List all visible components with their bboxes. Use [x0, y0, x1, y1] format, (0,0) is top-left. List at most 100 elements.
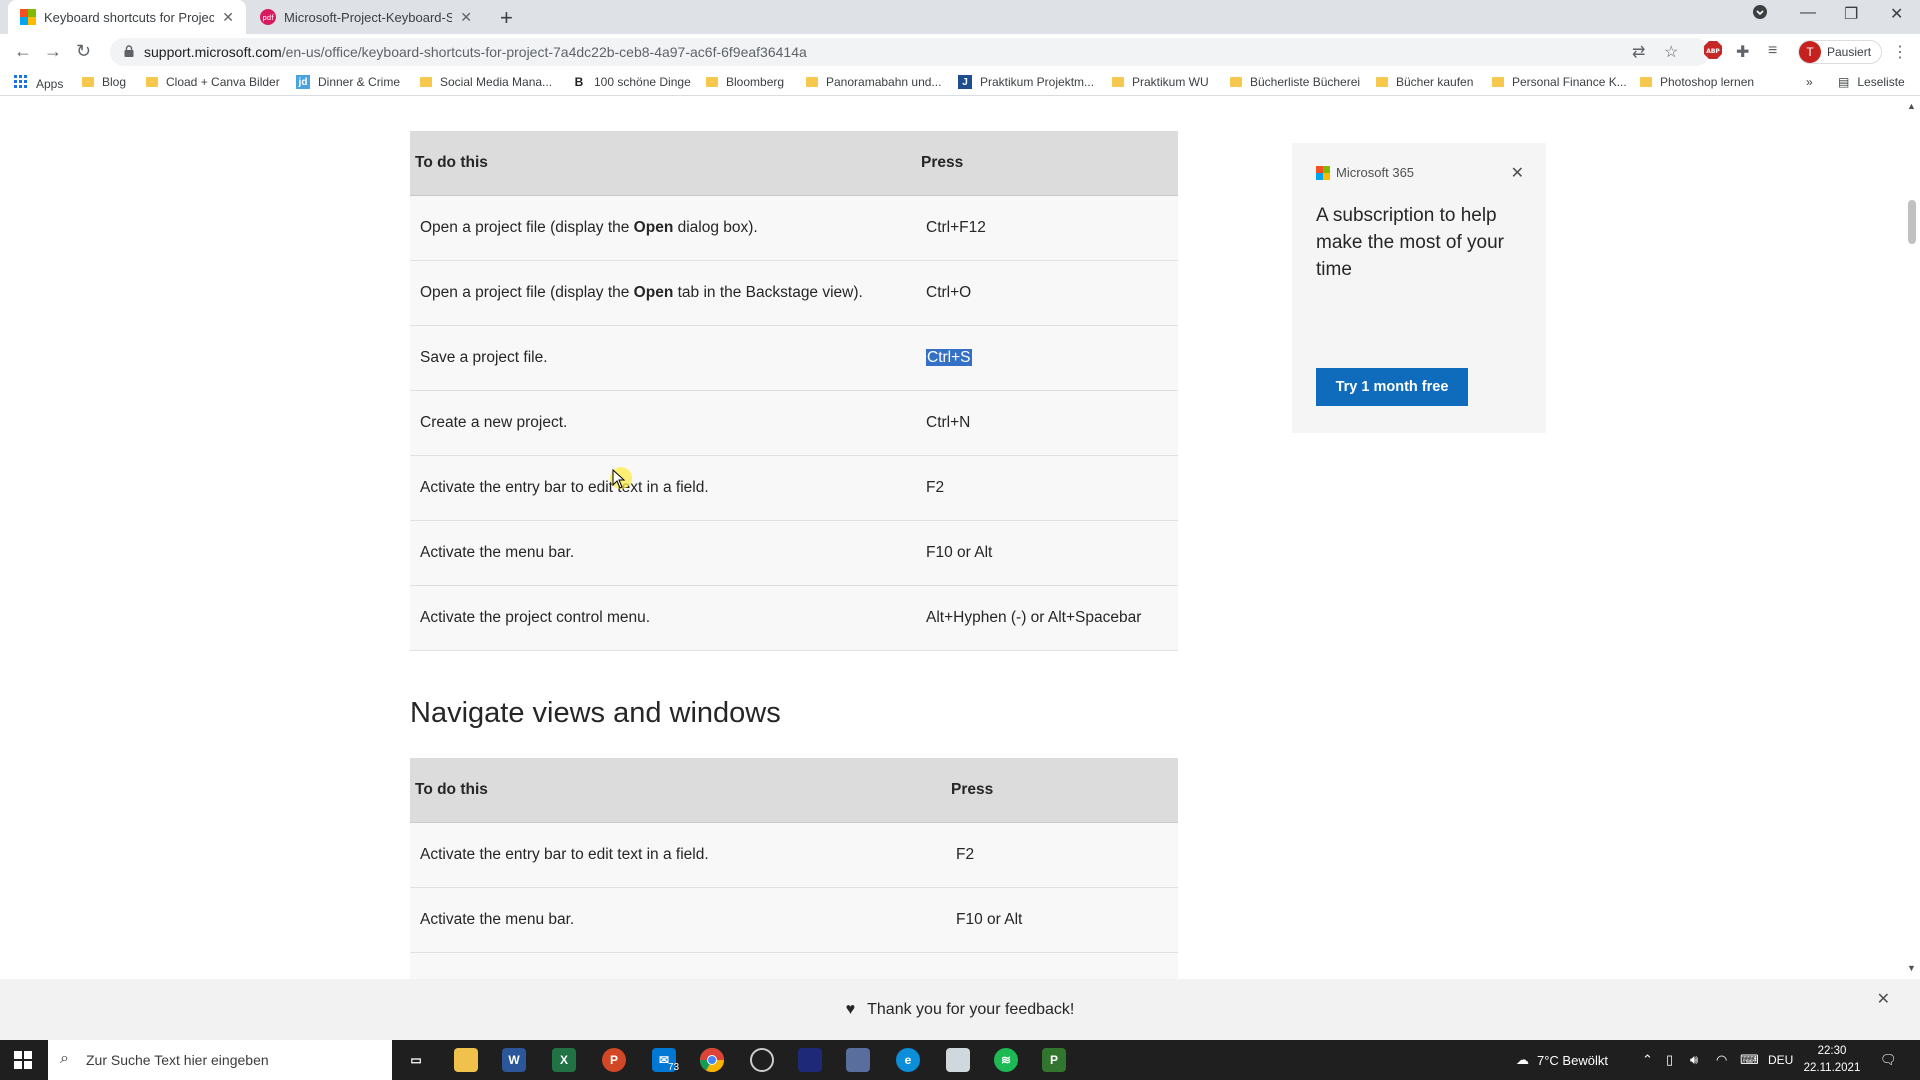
- microsoft-logo-icon: [1316, 165, 1330, 180]
- row-keys: Ctrl+O: [916, 260, 1178, 326]
- scroll-up-arrow-icon[interactable]: ▲: [1907, 101, 1916, 111]
- table-row: Create a new project. Ctrl+N: [410, 390, 1178, 456]
- powerpoint-icon[interactable]: P: [602, 1048, 626, 1072]
- address-bar[interactable]: support.microsoft.com/en-us/office/keybo…: [110, 38, 1710, 66]
- app-icon[interactable]: [846, 1048, 870, 1072]
- microsoft-favicon-icon: [20, 9, 36, 25]
- minimize-icon[interactable]: —: [1800, 4, 1816, 22]
- bookmark-social-media[interactable]: Social Media Mana...: [420, 75, 552, 89]
- row-action: [410, 952, 946, 979]
- keyboard-icon[interactable]: ⌨: [1740, 1040, 1759, 1080]
- bookmark-apps[interactable]: Apps: [14, 75, 63, 92]
- close-window-icon[interactable]: ✕: [1890, 4, 1903, 24]
- table-header-row: To do this Press: [410, 758, 1178, 823]
- section-heading-navigate: Navigate views and windows: [410, 697, 781, 729]
- language-indicator[interactable]: DEU: [1768, 1040, 1793, 1080]
- column-header-action: To do this: [410, 758, 946, 823]
- column-header-press: Press: [946, 758, 1178, 823]
- reading-list-button[interactable]: ▤ Leseliste: [1838, 75, 1905, 89]
- obs-icon[interactable]: [750, 1048, 774, 1072]
- reload-icon[interactable]: ↻: [76, 41, 91, 62]
- tab-title: Keyboard shortcuts for Project: [44, 9, 215, 25]
- tab-title: Microsoft-Project-Keyboard-Sho: [284, 9, 453, 25]
- folder-icon: [1492, 77, 1504, 87]
- taskbar-search-input[interactable]: ⌕ Zur Suche Text hier eingeben: [48, 1040, 392, 1080]
- volume-icon[interactable]: 🔊︎: [1690, 1040, 1698, 1080]
- bookmark-praktikum-projektm[interactable]: J Praktikum Projektm...: [958, 75, 1094, 89]
- bookmark-panoramabahn[interactable]: Panoramabahn und...: [806, 75, 941, 89]
- back-arrow-icon[interactable]: ←: [14, 41, 32, 62]
- bookmark-dinner-crime[interactable]: jd Dinner & Crime: [296, 75, 400, 89]
- row-keys: Ctrl+S: [916, 325, 1178, 391]
- bookmark-personal-finance[interactable]: Personal Finance K...: [1492, 75, 1627, 89]
- bookmark-bloomberg[interactable]: Bloomberg: [706, 75, 784, 89]
- bookmark-cload-canva[interactable]: Cload + Canva Bilder: [146, 75, 280, 89]
- scrollbar-thumb[interactable]: [1908, 200, 1916, 244]
- edge-icon[interactable]: e: [896, 1048, 920, 1072]
- row-action: Activate the menu bar.: [410, 520, 916, 586]
- windows-start-icon[interactable]: [14, 1051, 32, 1069]
- clock-date: 22.11.2021: [1803, 1062, 1861, 1074]
- wifi-icon[interactable]: ◠: [1716, 1040, 1727, 1080]
- new-tab-plus-icon[interactable]: +: [500, 5, 513, 31]
- tab-close-icon[interactable]: ✕: [460, 9, 472, 26]
- row-keys: F10 or Alt: [916, 520, 1178, 586]
- reading-list-icon[interactable]: ≡: [1768, 42, 1777, 60]
- site-icon: jd: [296, 75, 310, 89]
- page-scrollbar[interactable]: ▲ ▼: [1904, 97, 1920, 979]
- bookmark-star-icon[interactable]: ☆: [1664, 42, 1678, 62]
- weather-widget[interactable]: ☁ 7°C Bewölkt: [1516, 1040, 1608, 1080]
- tab-search-icon[interactable]: [1752, 4, 1768, 25]
- table-header-row: To do this Press: [410, 131, 1178, 196]
- lock-icon: [124, 44, 134, 60]
- notepad-icon[interactable]: [946, 1048, 970, 1072]
- chrome-icon[interactable]: [700, 1048, 724, 1072]
- url-path: /en-us/office/keyboard-shortcuts-for-pro…: [281, 44, 807, 60]
- project-icon[interactable]: P: [1042, 1048, 1066, 1072]
- tab-pdf[interactable]: pdf Microsoft-Project-Keyboard-Sho ✕: [248, 0, 484, 34]
- word-icon[interactable]: W: [502, 1048, 526, 1072]
- task-view-icon[interactable]: ▭: [404, 1048, 428, 1072]
- network-icon[interactable]: ▯: [1666, 1040, 1673, 1080]
- search-placeholder: Zur Suche Text hier eingeben: [86, 1052, 269, 1068]
- tab-strip: Keyboard shortcuts for Project ✕ pdf Mic…: [0, 0, 1920, 34]
- adblock-icon[interactable]: ABP: [1704, 41, 1722, 64]
- spotify-icon[interactable]: ≋: [994, 1048, 1018, 1072]
- extensions-puzzle-icon[interactable]: ✚: [1736, 42, 1749, 62]
- bookmarks-bar: Apps Blog Cload + Canva Bilder jd Dinner …: [0, 70, 1920, 96]
- ad-close-icon[interactable]: ✕: [1511, 163, 1524, 183]
- excel-icon[interactable]: X: [552, 1048, 576, 1072]
- file-explorer-icon[interactable]: [454, 1048, 478, 1072]
- selected-text[interactable]: Ctrl+S: [926, 348, 972, 366]
- table-row: Activate the project control menu. Alt+H…: [410, 585, 1178, 651]
- bookmark-praktikum-wu[interactable]: Praktikum WU: [1112, 75, 1209, 89]
- translate-icon[interactable]: ⇄: [1632, 42, 1645, 62]
- cloud-icon: ☁: [1516, 1052, 1529, 1067]
- tab-close-icon[interactable]: ✕: [222, 9, 234, 26]
- tray-chevron-icon[interactable]: ⌃: [1642, 1040, 1653, 1080]
- tab-keyboard-shortcuts[interactable]: Keyboard shortcuts for Project ✕: [8, 0, 246, 34]
- bookmark-buecher-kaufen[interactable]: Bücher kaufen: [1376, 75, 1473, 89]
- forward-arrow-icon[interactable]: →: [44, 41, 62, 62]
- feedback-close-icon[interactable]: ✕: [1877, 989, 1890, 1009]
- folder-icon: [1640, 77, 1652, 87]
- bookmark-photoshop[interactable]: Photoshop lernen: [1640, 75, 1754, 89]
- heart-icon: ♥: [845, 1000, 856, 1018]
- menu-kebab-icon[interactable]: ⋮: [1892, 42, 1908, 62]
- taskbar-clock[interactable]: 22:30 22.11.2021: [1796, 1043, 1868, 1077]
- restore-icon[interactable]: ❐: [1844, 4, 1858, 24]
- bookmark-buecherliste[interactable]: Bücherliste Bücherei: [1230, 75, 1360, 89]
- bookmark-100-dinge[interactable]: B 100 schöne Dinge: [572, 75, 691, 89]
- profile-label: Pausiert: [1827, 45, 1872, 59]
- scroll-down-arrow-icon[interactable]: ▼: [1907, 963, 1916, 973]
- try-free-button[interactable]: Try 1 month free: [1316, 368, 1468, 406]
- notifications-icon[interactable]: 🗨︎: [1880, 1040, 1897, 1080]
- bookmarks-overflow-icon[interactable]: »: [1806, 75, 1813, 89]
- app-icon[interactable]: [798, 1048, 822, 1072]
- table-row: Activate the menu bar. F10 or Alt: [410, 887, 1178, 953]
- profile-button[interactable]: T Pausiert: [1798, 40, 1883, 64]
- row-action: Open a project file (display the Open di…: [410, 195, 916, 261]
- bookmark-blog[interactable]: Blog: [82, 75, 126, 89]
- row-action: Activate the project control menu.: [410, 585, 916, 651]
- row-keys: Alt+Hyphen (-) or Alt+Spacebar: [916, 585, 1178, 651]
